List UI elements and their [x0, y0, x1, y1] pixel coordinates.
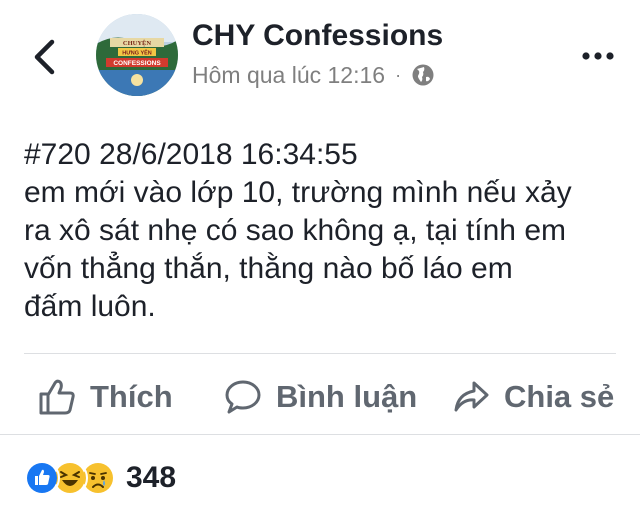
post-text: #720 28/6/2018 16:34:55 em mới vào lớp 1… [24, 136, 624, 326]
page-avatar[interactable]: CHUYỆN HƯNG YÊN CONFESSIONS [96, 14, 178, 96]
divider-bottom [0, 434, 640, 435]
avatar-text-1: CHUYỆN [123, 39, 151, 47]
page-name[interactable]: CHY Confessions [192, 18, 443, 54]
comment-icon [225, 380, 261, 414]
share-arrow-icon [454, 381, 489, 412]
like-label: Thích [90, 379, 173, 414]
post-meta: Hôm qua lúc 12:16 · [192, 60, 435, 90]
post-line: ra xô sát nhẹ có sao không ạ, tại tính e… [24, 214, 566, 247]
post-timestamp[interactable]: Hôm qua lúc 12:16 [192, 62, 385, 89]
thumbs-up-icon [39, 379, 75, 415]
post-line: #720 28/6/2018 16:34:55 [24, 138, 358, 171]
more-options-icon[interactable] [578, 44, 618, 68]
meta-separator: · [395, 64, 402, 85]
back-arrow-icon[interactable] [28, 38, 62, 76]
globe-icon [412, 64, 434, 86]
reaction-count: 348 [126, 461, 177, 494]
divider-top [24, 353, 616, 354]
avatar-text-2: HƯNG YÊN [122, 49, 152, 57]
like-button[interactable]: Thích [38, 372, 173, 422]
avatar-text-3: CONFESSIONS [113, 60, 161, 67]
post-line: vốn thẳng thắn, thằng nào bố láo em [24, 252, 513, 285]
share-label: Chia sẻ [504, 379, 615, 414]
comment-button[interactable]: Bình luận [224, 372, 417, 422]
post-line: em mới vào lớp 10, trường mình nếu xảy [24, 176, 572, 209]
share-button[interactable]: Chia sẻ [452, 372, 614, 422]
comment-label: Bình luận [276, 379, 418, 414]
reactions-summary[interactable]: 348 [24, 458, 176, 498]
post-line: đấm luôn. [24, 290, 156, 323]
like-reaction-icon [24, 460, 60, 496]
